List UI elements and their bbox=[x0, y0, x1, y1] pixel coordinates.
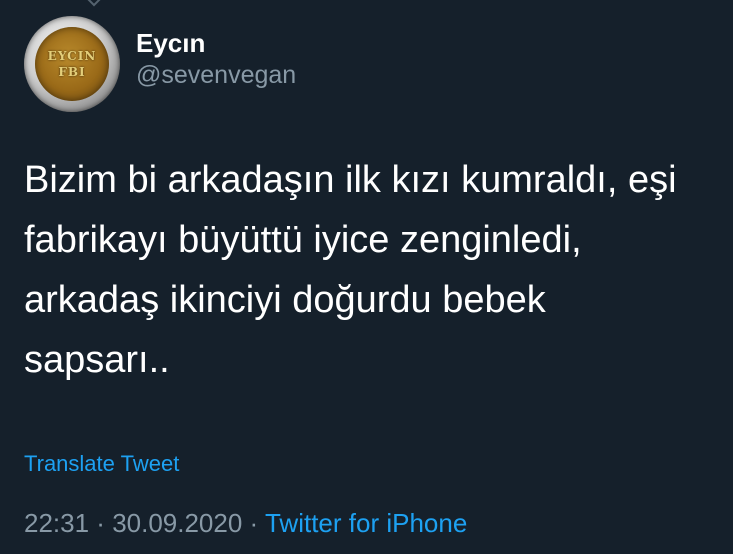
tweet-meta: 22:31 · 30.09.2020 · Twitter for iPhone bbox=[24, 506, 467, 540]
avatar-text-line2: FBI bbox=[58, 65, 86, 79]
tweet-date[interactable]: 30.09.2020 bbox=[112, 508, 242, 538]
display-name[interactable]: Eycın bbox=[136, 27, 296, 59]
pin-icon bbox=[85, 0, 103, 7]
user-handle[interactable]: @sevenvegan bbox=[136, 59, 296, 91]
meta-separator: · bbox=[89, 508, 113, 538]
author-names: Eycın @sevenvegan bbox=[136, 27, 296, 91]
tweet-time[interactable]: 22:31 bbox=[24, 508, 89, 538]
tweet-text: Bizim bi arkadaşın ilk kızı kumraldı, eş… bbox=[24, 159, 677, 381]
avatar-text-line1: EYCIN bbox=[47, 49, 97, 63]
avatar[interactable]: EYCIN FBI bbox=[24, 16, 120, 112]
tweet-header: EYCIN FBI Eycın @sevenvegan bbox=[24, 16, 296, 112]
tweet-source-link[interactable]: Twitter for iPhone bbox=[265, 508, 467, 538]
translate-tweet-link[interactable]: Translate Tweet bbox=[24, 450, 179, 478]
meta-separator: · bbox=[242, 508, 265, 538]
avatar-badge: EYCIN FBI bbox=[35, 27, 109, 101]
previous-tweet-fragment bbox=[85, 0, 548, 7]
